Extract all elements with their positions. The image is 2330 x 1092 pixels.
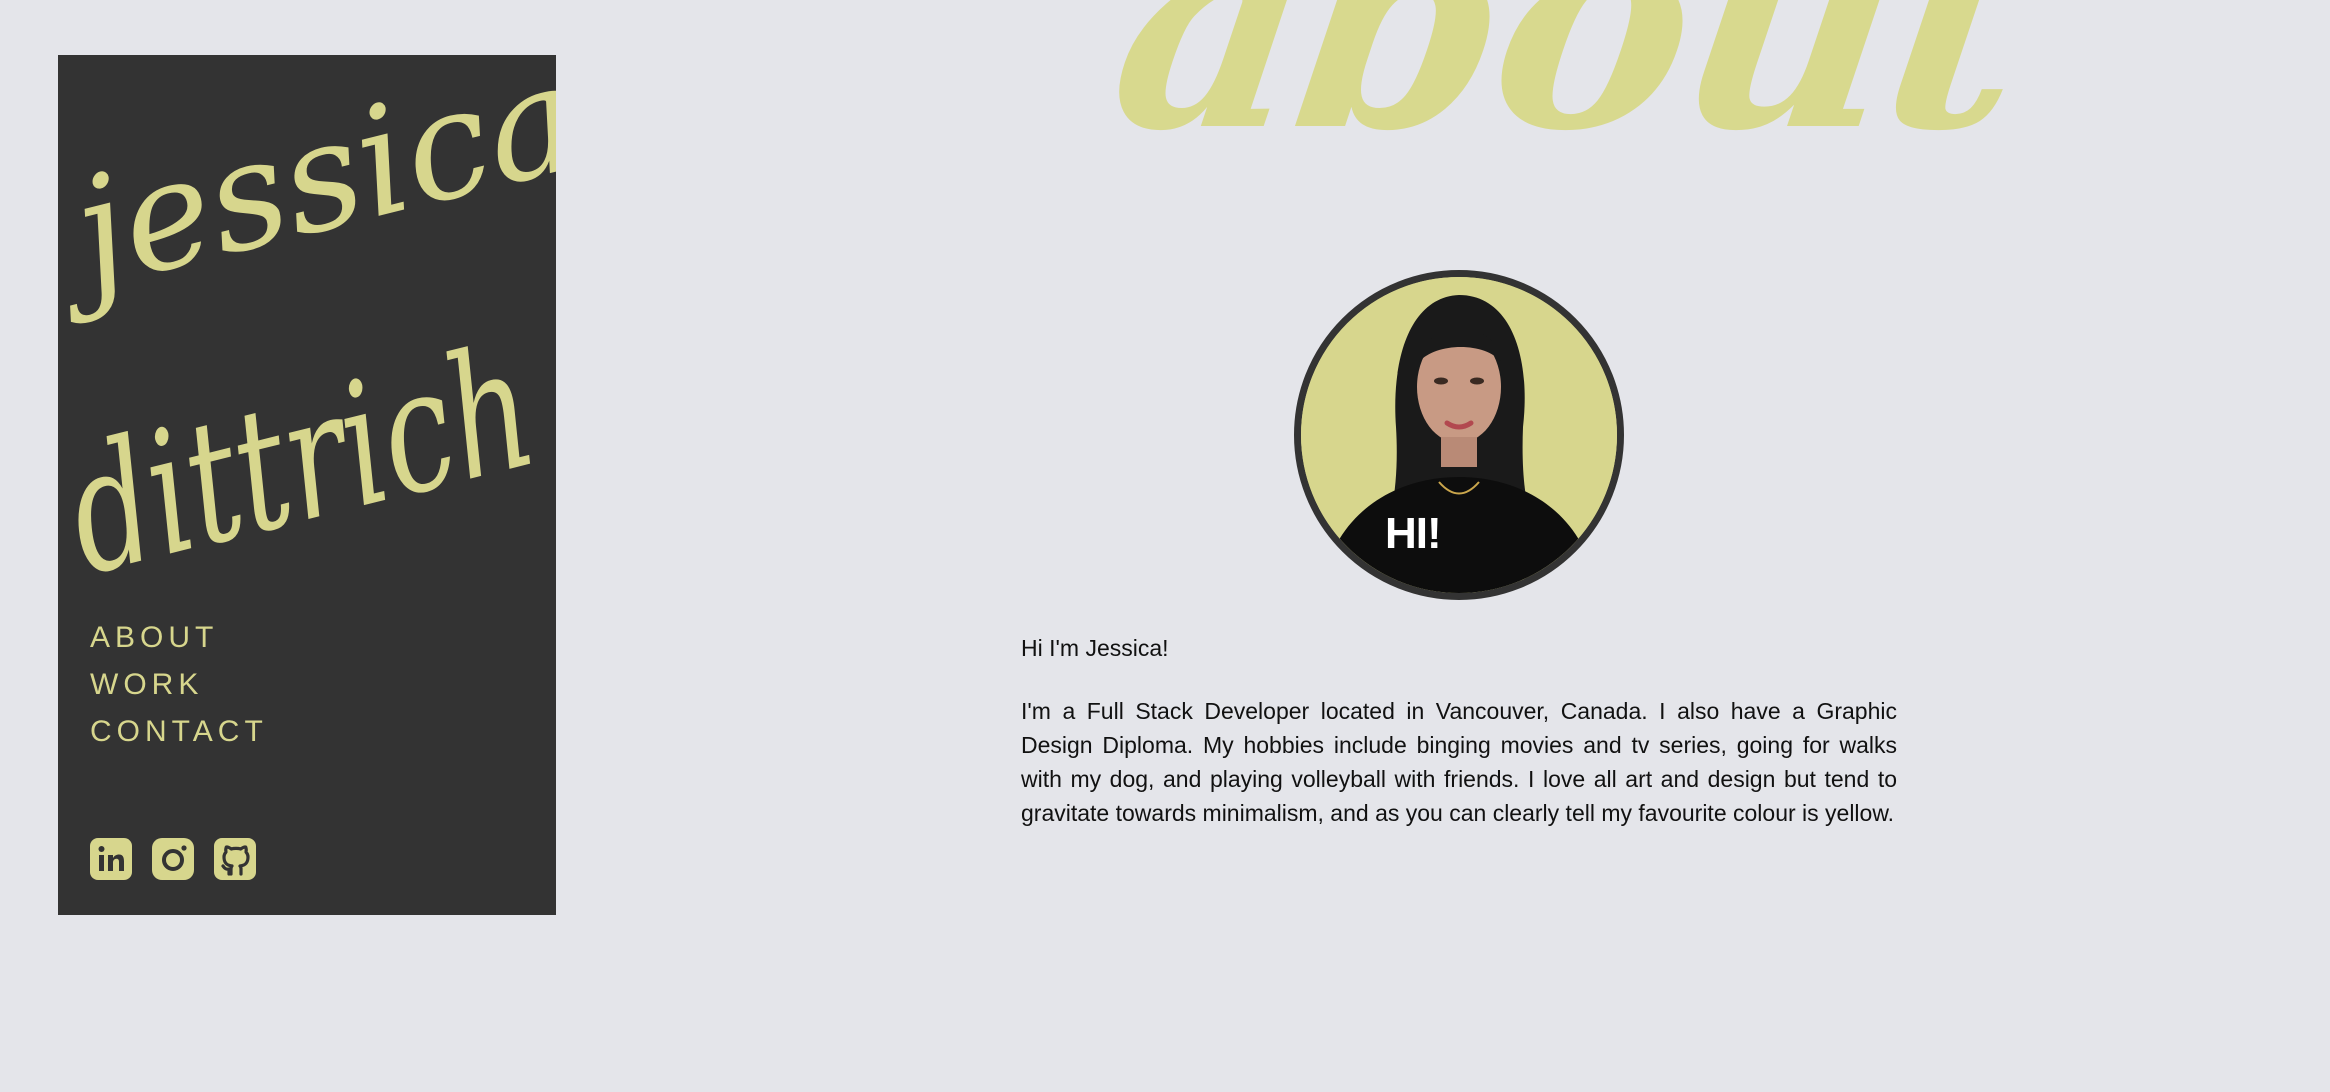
logo-last-name: dittrich <box>58 308 552 575</box>
github-icon[interactable] <box>214 838 256 880</box>
nav-contact[interactable]: CONTACT <box>90 711 268 752</box>
main-nav: ABOUT WORK CONTACT <box>90 617 268 752</box>
linkedin-icon[interactable] <box>90 838 132 880</box>
sidebar: jessica dittrich ABOUT WORK CONTACT <box>58 55 556 915</box>
instagram-icon[interactable] <box>152 838 194 880</box>
nav-work[interactable]: WORK <box>90 664 268 705</box>
avatar: HI! <box>1294 270 1624 600</box>
portrait-image <box>1301 277 1617 593</box>
section-title: about <box>1096 0 2043 195</box>
greeting-text: Hi I'm Jessica! <box>1021 635 1169 661</box>
logo[interactable]: jessica dittrich <box>58 55 556 575</box>
logo-first-name: jessica <box>58 55 556 329</box>
avatar-caption: HI! <box>1385 509 1442 558</box>
about-content: Hi I'm Jessica! I'm a Full Stack Develop… <box>1021 635 1897 830</box>
social-links <box>90 838 256 880</box>
nav-about[interactable]: ABOUT <box>90 617 268 658</box>
bio-text: I'm a Full Stack Developer located in Va… <box>1021 698 1897 826</box>
